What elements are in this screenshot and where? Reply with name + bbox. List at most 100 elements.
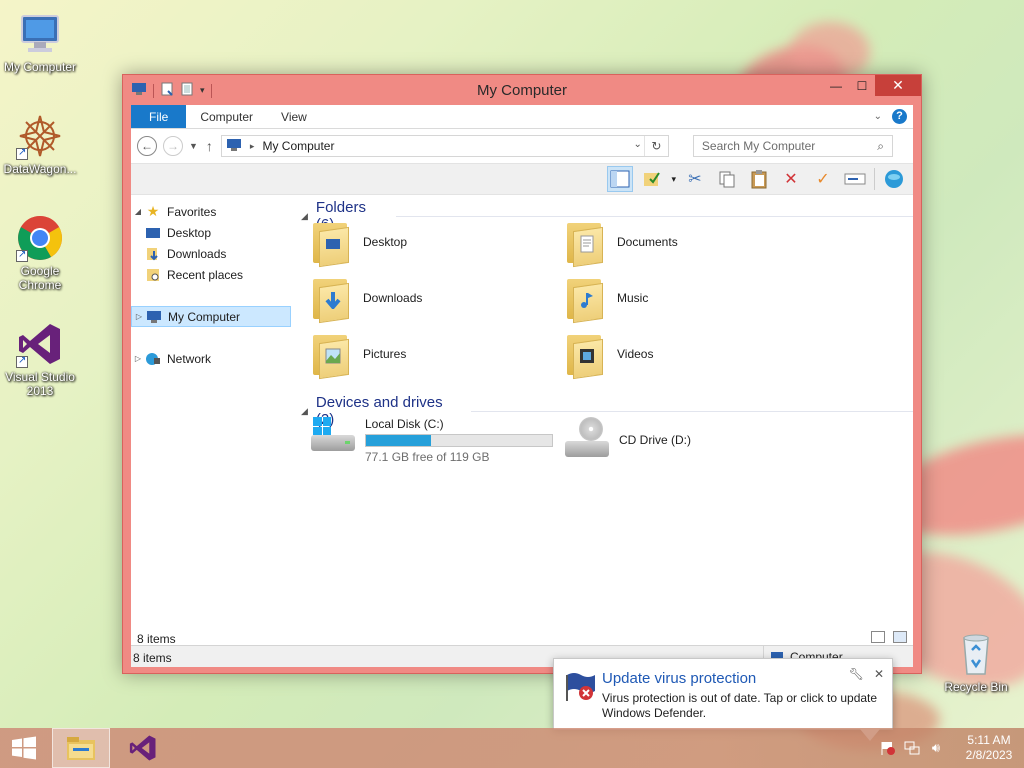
up-arrow-icon[interactable]: ↑: [206, 138, 213, 154]
windows-logo-icon: [12, 736, 36, 760]
desktop-icon-chrome[interactable]: Google Chrome: [0, 214, 80, 292]
nav-favorites-label: Favorites: [167, 204, 217, 219]
nav-downloads-label: Downloads: [167, 246, 227, 261]
delete-button[interactable]: ✕: [778, 166, 804, 192]
folder-tile[interactable]: Desktop: [313, 219, 408, 268]
desktop-icon-label: My Computer: [3, 60, 77, 74]
desktop-icon-label: Recycle Bin: [944, 680, 1008, 694]
close-icon[interactable]: ✕: [874, 667, 884, 681]
title-bar[interactable]: ▾ My Computer — ☐ ✕: [123, 75, 921, 105]
desktop-icon-my-computer[interactable]: My Computer: [0, 10, 80, 74]
navigation-bar: ← → ▼ ↑ ▸ My Computer ⌄ ↻ ⌕: [131, 129, 913, 163]
copy-icon: [719, 171, 735, 188]
large-icons-view-icon[interactable]: [893, 631, 907, 643]
expand-arrow-icon[interactable]: ▷: [131, 354, 145, 363]
address-path[interactable]: My Computer: [262, 139, 334, 153]
recent-locations-icon[interactable]: ▼: [189, 141, 198, 151]
documents-folder-icon: [567, 219, 603, 268]
notification-controls: 🔧︎ ✕: [849, 667, 884, 681]
windows-defender-flag-icon: [564, 669, 598, 703]
downloads-icon: [145, 247, 161, 261]
delete-icon: ✕: [784, 171, 798, 188]
properties-icon: [644, 172, 661, 186]
nav-my-computer-label: My Computer: [168, 309, 241, 324]
drive-tile-c[interactable]: Local Disk (C:) 77.1 GB free of 119 GB: [309, 417, 553, 464]
tab-file[interactable]: File: [131, 105, 187, 128]
nav-my-computer[interactable]: ▷ My Computer: [131, 306, 291, 327]
nav-desktop-label: Desktop: [167, 225, 212, 240]
taskbar-visual-studio[interactable]: [114, 728, 172, 768]
desktop-icon-datawagon[interactable]: DataWagon...: [0, 112, 80, 176]
drive-label: Local Disk (C:): [365, 417, 444, 431]
properties-button[interactable]: [639, 166, 665, 192]
notification-body: Virus protection is out of date. Tap or …: [602, 691, 878, 720]
expand-arrow-icon[interactable]: ▷: [132, 312, 146, 321]
maximize-button[interactable]: ☐: [849, 75, 875, 96]
address-bar[interactable]: ▸ My Computer ⌄ ↻: [220, 135, 669, 157]
search-icon[interactable]: ⌕: [877, 139, 884, 154]
notification-toast[interactable]: Update virus protection Virus protection…: [553, 658, 893, 741]
settings-wrench-icon[interactable]: 🔧︎: [849, 667, 864, 681]
folder-tile[interactable]: Pictures: [313, 331, 406, 380]
search-box[interactable]: ⌕: [692, 135, 893, 157]
close-button[interactable]: ✕: [875, 75, 921, 96]
expand-ribbon-icon[interactable]: ⌄: [874, 111, 882, 122]
paste-icon: [751, 170, 767, 189]
system-tray: 🔊︎ 5:11 AM 2/8/2023: [876, 728, 1024, 768]
desktop-icon-visual-studio[interactable]: Visual Studio 2013: [0, 320, 80, 398]
breadcrumb-chevron-icon[interactable]: ▸: [250, 141, 255, 152]
action-center-flag-icon[interactable]: [876, 728, 900, 768]
drive-tile-d[interactable]: CD Drive (D:): [563, 417, 691, 463]
back-button[interactable]: ←: [137, 136, 157, 156]
rename-button[interactable]: [842, 166, 868, 192]
clock-time: 5:11 AM: [967, 733, 1011, 747]
back-arrow-icon: ←: [141, 139, 153, 153]
drive-label: CD Drive (D:): [619, 433, 691, 447]
network-button[interactable]: [881, 166, 907, 192]
nav-network[interactable]: ▷ Network: [131, 348, 291, 369]
preview-pane-button[interactable]: [607, 166, 634, 192]
network-icon[interactable]: [900, 728, 924, 768]
collapse-arrow-icon[interactable]: ◢: [301, 211, 308, 222]
notification-title: Update virus protection: [602, 670, 757, 687]
group-divider: [396, 215, 913, 217]
computer-icon: [146, 310, 162, 324]
check-button[interactable]: ✓: [810, 166, 836, 192]
details-view-icon[interactable]: [871, 631, 885, 643]
start-button[interactable]: [0, 728, 48, 768]
view-buttons: [871, 631, 907, 643]
help-icon[interactable]: ?: [892, 109, 907, 124]
clock[interactable]: 5:11 AM 2/8/2023: [954, 733, 1024, 763]
folder-tile[interactable]: Videos: [567, 331, 654, 380]
properties-dropdown-icon[interactable]: ▾: [671, 174, 676, 185]
tab-computer[interactable]: Computer: [186, 105, 267, 128]
star-icon: ★: [146, 203, 160, 219]
drive-details: Local Disk (C:) 77.1 GB free of 119 GB: [365, 417, 553, 464]
folder-label: Music: [617, 291, 649, 305]
desktop-icon-recycle-bin[interactable]: Recycle Bin: [936, 630, 1016, 694]
folder-label: Downloads: [363, 291, 423, 305]
folder-tile[interactable]: Downloads: [313, 275, 423, 324]
address-dropdown-icon[interactable]: ⌄: [634, 139, 642, 150]
search-input[interactable]: [701, 139, 867, 153]
nav-recent-places[interactable]: Recent places: [131, 264, 291, 285]
folder-label: Desktop: [363, 235, 408, 249]
maximize-icon: ☐: [856, 78, 868, 93]
tab-view[interactable]: View: [267, 105, 321, 128]
taskbar-file-explorer[interactable]: [52, 728, 110, 768]
collapse-arrow-icon[interactable]: ◢: [131, 207, 145, 216]
forward-button[interactable]: →: [163, 136, 183, 156]
minimize-button[interactable]: —: [823, 75, 849, 96]
nav-favorites[interactable]: ◢ ★ Favorites: [131, 201, 291, 222]
nav-desktop[interactable]: Desktop: [131, 222, 291, 243]
nav-downloads[interactable]: Downloads: [131, 243, 291, 264]
folder-label: Videos: [617, 347, 654, 361]
cut-button[interactable]: ✂: [682, 166, 708, 192]
folder-tile[interactable]: Music: [567, 275, 649, 324]
refresh-button[interactable]: ↻: [643, 136, 668, 156]
folder-tile[interactable]: Documents: [567, 219, 678, 268]
paste-button[interactable]: [746, 166, 772, 192]
collapse-arrow-icon[interactable]: ◢: [301, 406, 308, 417]
copy-button[interactable]: [714, 166, 740, 192]
volume-icon[interactable]: 🔊︎: [924, 728, 948, 768]
